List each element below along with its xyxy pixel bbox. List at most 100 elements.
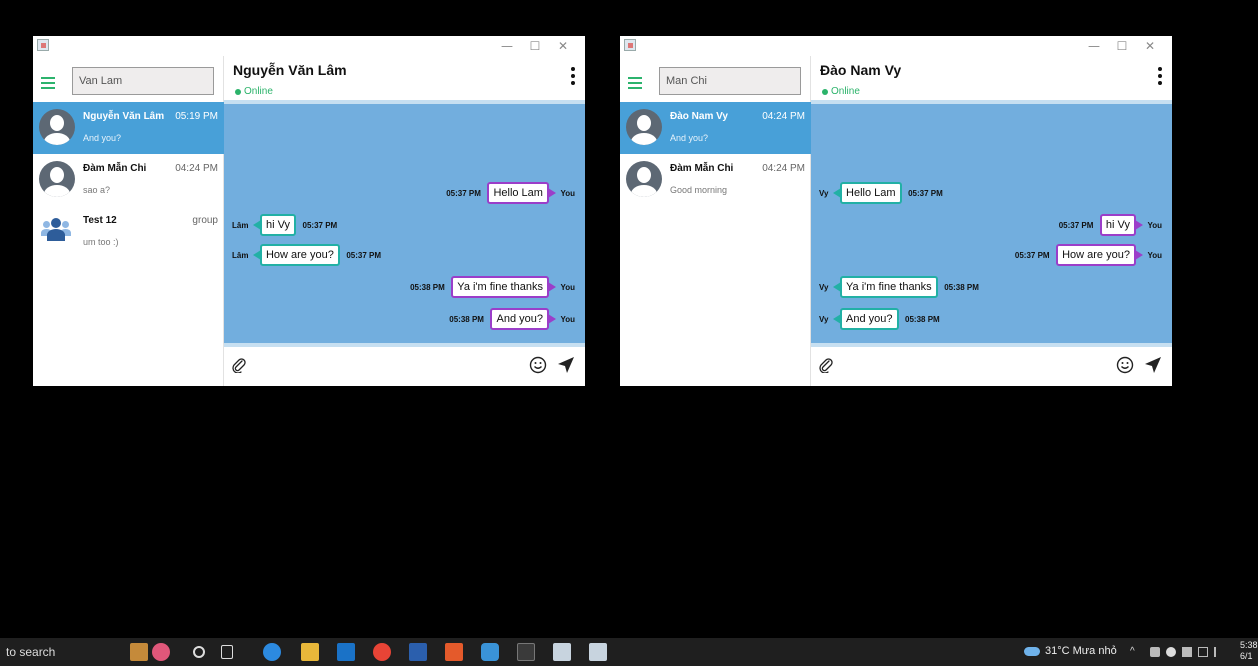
sidebar: Man Chi Đào Nam Vy 04:24 PM And you? Đàm… [620, 56, 811, 386]
store-icon[interactable] [337, 643, 355, 661]
message-outgoing: 05:37 PM hi Vy You [1059, 214, 1162, 236]
weather-icon[interactable] [1024, 647, 1040, 656]
close-button[interactable]: ✕ [553, 37, 573, 55]
conversation-time: 04:24 PM [175, 163, 218, 174]
message-sender: You [560, 314, 575, 324]
java-app-icon[interactable] [589, 643, 607, 661]
word-icon[interactable] [409, 643, 427, 661]
conversation-item[interactable]: Đàm Mẫn Chi 04:24 PM sao a? [33, 154, 224, 206]
chat-panel: Đào Nam Vy Online Vy Hello Lam 05:37 PM … [811, 56, 1172, 386]
message-bubble: Ya i'm fine thanks [451, 276, 556, 298]
sidebar: Van Lam Nguyễn Văn Lâm 05:19 PM And you?… [33, 56, 224, 386]
clock[interactable]: 5:38 6/1 [1240, 640, 1258, 662]
online-status: Online [831, 86, 860, 97]
message-time: 05:37 PM [302, 220, 338, 230]
message-time: 05:38 PM [905, 314, 940, 324]
volume-icon[interactable] [1214, 647, 1224, 657]
chat-header: Đào Nam Vy Online [811, 56, 1172, 104]
conversation-name: Test 12 [83, 215, 117, 226]
network-icon[interactable] [1198, 647, 1208, 657]
message-bubble: How are you? [252, 244, 340, 266]
title-bar: — ☐ ✕ [620, 36, 1172, 56]
user-avatar-icon [626, 109, 662, 145]
message-time: 05:37 PM [908, 188, 943, 198]
message-bubble: And you? [832, 308, 899, 330]
message-bubble: And you? [490, 308, 557, 330]
message-time: 05:38 PM [449, 314, 484, 324]
minimize-button[interactable]: — [1084, 37, 1104, 55]
message-sender: Lâm [232, 220, 249, 230]
send-icon[interactable] [557, 356, 575, 374]
conversation-item[interactable]: Đàm Mẫn Chi 04:24 PM Good morning [620, 154, 811, 206]
minimize-button[interactable]: — [497, 37, 517, 55]
user-avatar-icon [39, 161, 75, 197]
conversation-last-message: Good morning [670, 185, 728, 195]
maximize-button[interactable]: ☐ [525, 37, 545, 55]
message-composer[interactable] [224, 343, 585, 386]
java-app-icon [624, 39, 636, 51]
message-composer[interactable] [811, 343, 1172, 386]
chat-header: Nguyễn Văn Lâm Online [224, 56, 585, 104]
message-time: 05:38 PM [944, 282, 979, 292]
send-icon[interactable] [1144, 356, 1162, 374]
conversation-last-message: And you? [670, 133, 709, 143]
more-options-icon[interactable] [1158, 67, 1162, 87]
tray-app-icon[interactable] [1150, 647, 1160, 657]
attachment-icon[interactable] [231, 357, 247, 373]
conversation-name: Đàm Mẫn Chi [670, 163, 734, 174]
task-view-icon[interactable] [221, 645, 233, 659]
java-app-icon [37, 39, 49, 51]
taskbar-search-input[interactable]: to search [6, 645, 55, 659]
search-highlight-icon[interactable] [152, 643, 170, 661]
conversation-last-message: sao a? [83, 185, 111, 195]
xampp-icon[interactable] [445, 643, 463, 661]
java-app-icon[interactable] [553, 643, 571, 661]
message-bubble: Hello Lam [833, 182, 902, 204]
conversation-item[interactable]: Test 12 group um too :) [33, 206, 224, 258]
message-time: 05:37 PM [446, 188, 481, 198]
message-incoming: Lâm hi Vy 05:37 PM [232, 214, 337, 236]
terminal-icon[interactable] [517, 643, 535, 661]
message-sender: Vy [819, 188, 829, 198]
more-options-icon[interactable] [571, 67, 575, 87]
battery-icon[interactable] [1182, 647, 1192, 657]
conversation-last-message: um too :) [83, 237, 119, 247]
netbeans-icon[interactable] [481, 643, 499, 661]
clock-time: 5:38 [1240, 640, 1258, 650]
clock-date: 6/1 [1240, 651, 1253, 661]
conversation-item[interactable]: Đào Nam Vy 04:24 PM And you? [620, 102, 811, 154]
conversation-name: Đào Nam Vy [670, 111, 728, 122]
message-bubble: Ya i'm fine thanks [833, 276, 938, 298]
message-bubble: How are you? [1056, 244, 1143, 266]
emoji-icon[interactable] [1116, 356, 1134, 374]
weather-label[interactable]: 31°C Mưa nhỏ [1045, 645, 1117, 657]
emoji-icon[interactable] [529, 356, 547, 374]
online-status: Online [244, 86, 273, 97]
edge-icon[interactable] [263, 643, 281, 661]
maximize-button[interactable]: ☐ [1112, 37, 1132, 55]
message-bubble: Hello Lam [487, 182, 556, 204]
menu-icon[interactable] [628, 77, 642, 89]
cortana-icon[interactable] [193, 646, 205, 658]
chrome-icon[interactable] [373, 643, 391, 661]
user-avatar-icon [626, 161, 662, 197]
chevron-up-icon[interactable]: ^ [1130, 647, 1140, 657]
search-input[interactable]: Van Lam [72, 67, 214, 95]
chat-window-1: — ☐ ✕ Van Lam Nguyễn Văn Lâm 05:19 PM An… [33, 36, 585, 386]
online-status-icon [822, 89, 828, 95]
message-time: 05:38 PM [410, 282, 445, 292]
search-highlight-icon[interactable] [130, 643, 148, 661]
conversation-time: 04:24 PM [762, 163, 805, 174]
attachment-icon[interactable] [818, 357, 834, 373]
file-explorer-icon[interactable] [301, 643, 319, 661]
taskbar: to search 31°C Mưa nhỏ ^ 5:38 6/1 [0, 638, 1258, 666]
message-list: Vy Hello Lam 05:37 PM 05:37 PM hi Vy You… [811, 104, 1172, 343]
onedrive-icon[interactable] [1166, 647, 1176, 657]
search-input[interactable]: Man Chi [659, 67, 801, 95]
message-sender: Vy [819, 314, 829, 324]
message-incoming: Vy Hello Lam 05:37 PM [819, 182, 943, 204]
close-button[interactable]: ✕ [1140, 37, 1160, 55]
menu-icon[interactable] [41, 77, 55, 89]
conversation-item[interactable]: Nguyễn Văn Lâm 05:19 PM And you? [33, 102, 224, 154]
message-incoming: Vy And you? 05:38 PM [819, 308, 940, 330]
